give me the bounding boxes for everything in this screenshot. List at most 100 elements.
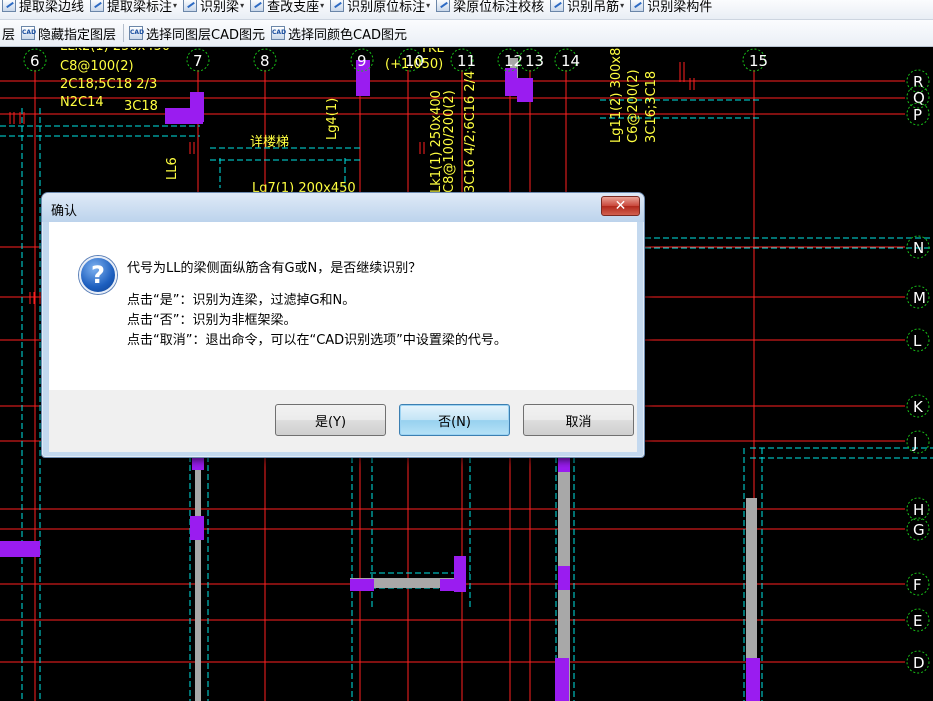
axis-bubble-7-label: 7: [193, 52, 203, 70]
annotation-text: Lg4(1): [325, 98, 340, 140]
annotation-text: 3C18: [124, 99, 158, 114]
close-icon: ✕: [614, 198, 627, 214]
select-same-layer-button[interactable]: CAD 选择同图层CAD图元: [127, 22, 269, 44]
chevron-down-icon[interactable]: ▾: [426, 1, 430, 10]
axis-bubble-H-label: H: [913, 501, 924, 519]
message-yes-explanation: 点击“是”：识别为连梁，过滤掉G和N。: [127, 293, 356, 308]
message-question: 代号为LL的梁侧面纵筋含有G或N，是否继续识别？: [127, 261, 422, 276]
toolbar-item-6[interactable]: 识别吊筋 ▾: [548, 0, 628, 16]
hide-layer-button[interactable]: CAD 隐藏指定图层: [19, 22, 120, 44]
close-button[interactable]: ✕: [601, 196, 640, 216]
toolbar-item-label: 识别吊筋: [567, 0, 620, 15]
dialog-footer: 是(Y) 否(N) 取消: [49, 390, 637, 452]
dialog-title: 确认: [51, 204, 78, 219]
toolbar-item-label: 梁原位标注校核: [453, 0, 545, 15]
question-mark: ?: [91, 261, 105, 289]
axis-bubble-J-label: J: [912, 434, 917, 452]
beam-block: [192, 458, 204, 470]
toolbar-item-3[interactable]: 查改支座 ▾: [248, 0, 328, 16]
select-same-color-button[interactable]: CAD 选择同颜色CAD图元: [269, 22, 411, 44]
annotation-text: LL6: [165, 157, 180, 180]
cancel-button[interactable]: 取消: [523, 404, 634, 436]
chevron-down-icon[interactable]: ▾: [320, 1, 324, 10]
confirm-dialog: 确认 ✕ ? 代号为LL的梁侧面纵筋含有G或N，是否继续识别？ 点击“是”：识别…: [41, 192, 645, 458]
annotation-text: C8@100/200(2): [442, 90, 457, 193]
yes-button[interactable]: 是(Y): [275, 404, 386, 436]
toolbar-item-label: 识别梁构件: [647, 0, 713, 15]
message-no-explanation: 点击“否”：识别为非框架梁。: [127, 313, 297, 328]
dialog-message: 代号为LL的梁侧面纵筋含有G或N，是否继续识别？ 点击“是”：识别为连梁，过滤掉…: [127, 259, 507, 351]
beam-block: [350, 579, 374, 591]
select-same-color-label: 选择同颜色CAD图元: [288, 27, 407, 43]
toolbar-item-label: 提取梁边线: [19, 0, 85, 15]
axis-bubble-6-label: 6: [30, 52, 40, 70]
cad-select-layer-icon: CAD: [129, 26, 144, 40]
toolbar-item-2[interactable]: 识别梁 ▾: [181, 0, 248, 16]
chevron-down-icon[interactable]: ▾: [173, 1, 177, 10]
toolbar-item-4[interactable]: 识别原位标注 ▾: [328, 0, 434, 16]
axis-bubble-E-label: E: [913, 612, 922, 630]
toolbar-item-0[interactable]: 提取梁边线: [0, 0, 88, 16]
annotation-text: Lg11(2) 300x8: [609, 48, 624, 143]
support-icon: [250, 0, 265, 12]
annotation-text: 2C18;5C18 2/3: [60, 77, 157, 92]
toolbar-item-label: 识别梁: [200, 0, 240, 15]
axis-bubble-11-label: 11: [457, 52, 476, 70]
wand-icon: [550, 0, 565, 12]
dialog-body: ? 代号为LL的梁侧面纵筋含有G或N，是否继续识别？ 点击“是”：识别为连梁，过…: [49, 222, 637, 390]
beam-block: [558, 566, 570, 590]
beam-block: [555, 658, 569, 701]
toolbar-item-7[interactable]: 识别梁构件: [628, 0, 716, 16]
pen-icon: [630, 0, 645, 12]
annotation-text: 详楼梯: [250, 135, 289, 150]
axis-bubble-N-label: N: [913, 239, 924, 257]
toolbar-item-5[interactable]: 梁原位标注校核: [434, 0, 548, 16]
beam-block: [505, 68, 517, 96]
toolbar-separator: [123, 24, 125, 42]
pen-icon: [2, 0, 16, 12]
axis-bubble-L-label: L: [913, 332, 922, 350]
chevron-down-icon[interactable]: ▾: [620, 1, 624, 10]
select-same-layer-label: 选择同图层CAD图元: [146, 27, 266, 43]
recognition-toolbar: 提取梁边线 提取梁标注 ▾ 识别梁 ▾ 查改支座 ▾ 识别原位标注 ▾ 梁原位标注校核 识别吊筋 ▾ 识…: [0, 0, 933, 20]
beam-block: [454, 556, 466, 592]
toolbar-item-label: 提取梁标注: [107, 0, 173, 15]
axis-bubble-G-label: G: [913, 521, 925, 539]
check-icon: [436, 0, 451, 12]
chevron-down-icon[interactable]: ▾: [240, 1, 244, 10]
axis-bubble-M-label: M: [913, 289, 926, 307]
axis-bubble-8-label: 8: [260, 52, 270, 70]
beam-block: [165, 108, 203, 124]
annotation-text: TKL: [419, 48, 444, 56]
annotation-text: (+1.050): [385, 57, 443, 72]
message-cancel-explanation: 点击“取消”：退出命令，可以在“CAD识别选项”中设置梁的代号。: [127, 333, 507, 348]
beam-block: [190, 516, 204, 540]
question-icon: ?: [79, 256, 117, 294]
wand-icon: [183, 0, 198, 12]
axis-bubble-J-circle: [906, 430, 930, 454]
cad-application: 提取梁边线 提取梁标注 ▾ 识别梁 ▾ 查改支座 ▾ 识别原位标注 ▾ 梁原位标注校核 识别吊筋 ▾ 识…: [0, 0, 933, 701]
axis-bubble-9-label: 9: [357, 52, 367, 70]
toolbar-item-label: 识别原位标注: [347, 0, 426, 15]
annotation-text: LLk2(1) 250x450: [60, 48, 170, 54]
axis-bubble-12-label: 12: [504, 52, 523, 70]
beam-block: [558, 458, 570, 472]
beam-block: [0, 541, 40, 557]
toolbar-item-1[interactable]: 提取梁标注 ▾: [88, 0, 181, 16]
dialog-titlebar[interactable]: 确认 ✕: [42, 193, 644, 222]
axis-bubble-F-label: F: [913, 576, 922, 594]
search-icon: [330, 0, 345, 12]
axis-bubble-14-label: 14: [561, 52, 580, 70]
axis-bubble-K-label: K: [913, 398, 924, 416]
no-button[interactable]: 否(N): [399, 404, 510, 436]
axis-bubble-D-label: D: [913, 654, 925, 672]
hide-layer-label: 隐藏指定图层: [38, 27, 117, 43]
pen-icon: [90, 0, 105, 12]
cad-select-color-icon: CAD: [271, 26, 286, 40]
beam-block: [517, 78, 533, 102]
annotation-text: C8@100(2): [60, 59, 134, 74]
annotation-text: 3C16 4/2;6C16 2/4: [463, 71, 478, 193]
layer-button[interactable]: 层: [0, 22, 19, 44]
beam-block: [746, 658, 760, 701]
wall-segment: [195, 448, 201, 701]
